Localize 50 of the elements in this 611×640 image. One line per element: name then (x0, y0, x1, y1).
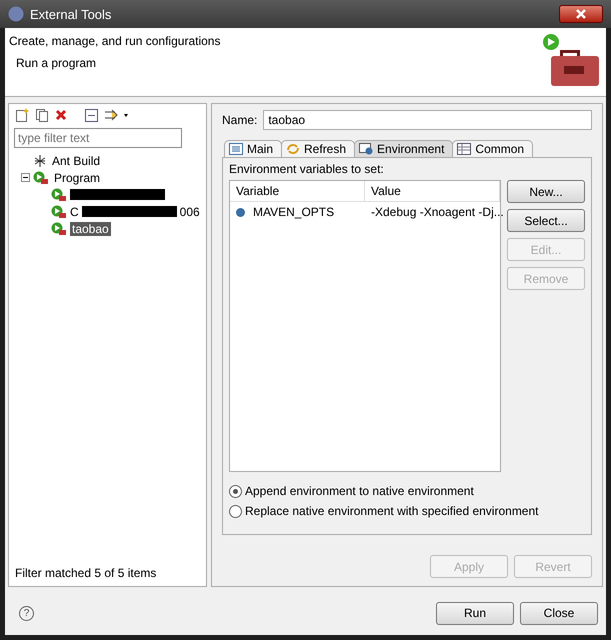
filter-icon[interactable] (104, 108, 128, 122)
close-icon (576, 9, 586, 19)
name-field[interactable]: taobao (263, 110, 592, 130)
tree-item[interactable]: Ant Build (50, 154, 102, 168)
ant-icon (33, 154, 47, 168)
delete-icon[interactable] (55, 109, 67, 121)
action-button[interactable]: New... (507, 180, 585, 203)
radio-button[interactable] (229, 504, 242, 518)
dialog-button[interactable]: Close (520, 602, 598, 624)
radio-label[interactable]: Append environment to native environment (245, 484, 474, 498)
tree-item-label[interactable]: C (70, 204, 79, 218)
environment-icon (359, 143, 374, 155)
table-cell[interactable]: MAVEN_OPTS (230, 202, 365, 222)
new-icon[interactable] (15, 108, 29, 122)
action-button[interactable]: Select... (507, 209, 585, 232)
collapse-all-icon[interactable] (85, 108, 98, 122)
program-icon (51, 222, 67, 236)
window-title: External Tools (30, 6, 112, 22)
document-icon (229, 143, 243, 155)
tree-item-label[interactable]: 006 (180, 204, 200, 218)
radio-label[interactable]: Replace native environment with specified environment (245, 504, 538, 518)
tree-item[interactable]: Program (52, 170, 102, 184)
table-icon (457, 143, 472, 155)
toolbox-icon (542, 32, 602, 88)
variable-icon (236, 208, 245, 216)
collapse-icon[interactable] (21, 173, 30, 182)
radio-button[interactable] (229, 484, 242, 498)
program-icon (51, 188, 67, 202)
refresh-icon (286, 143, 300, 155)
dialog-message: Run a program (15, 56, 98, 70)
column-header[interactable]: Variable (230, 181, 365, 201)
column-header[interactable]: Value (365, 181, 500, 201)
app-icon (8, 6, 24, 22)
tab[interactable]: Main (224, 140, 282, 157)
dialog-title: Create, manage, and run configurations (9, 34, 220, 48)
program-icon (51, 204, 67, 218)
dialog-button[interactable]: Run (436, 602, 514, 624)
program-icon (33, 170, 49, 184)
filter-field[interactable]: type filter text (14, 128, 182, 148)
filter-status: Filter matched 5 of 5 items (14, 566, 158, 582)
help-button[interactable]: ? (19, 606, 34, 620)
tab[interactable]: Refresh (281, 140, 356, 157)
tab[interactable]: Common (452, 140, 534, 157)
table-cell[interactable]: -Xdebug -Xnoagent -Dj... (365, 202, 510, 222)
tab[interactable]: Environment (354, 140, 454, 157)
duplicate-icon[interactable] (35, 108, 49, 122)
close-button[interactable] (559, 5, 603, 23)
name-label: Name: (222, 113, 258, 127)
tree-item[interactable]: taobao (70, 222, 111, 236)
section-label: Environment variables to set: (229, 162, 385, 176)
